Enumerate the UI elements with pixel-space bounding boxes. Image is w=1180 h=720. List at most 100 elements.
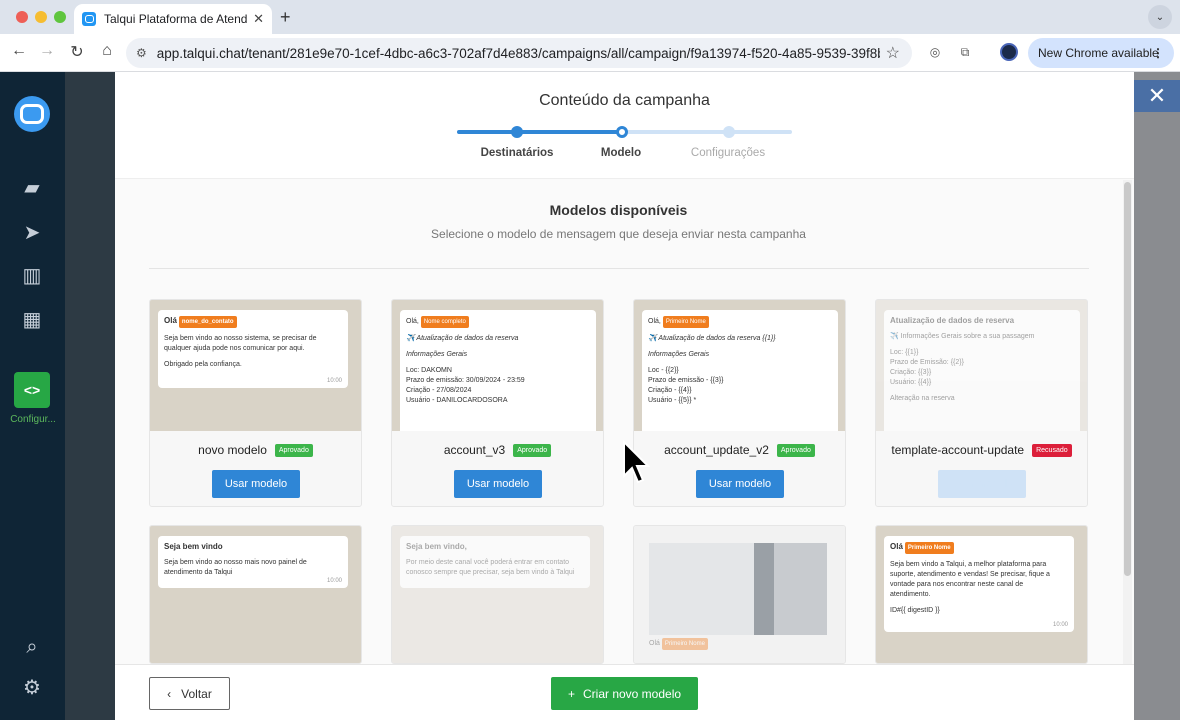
create-template-label: Criar novo modelo xyxy=(582,686,682,701)
use-template-button[interactable]: Usar modelo xyxy=(212,470,300,498)
preview-greeting: Olá xyxy=(164,316,177,325)
template-name: account_update_v2 xyxy=(664,443,769,457)
preview-line: atendimento da Talqui xyxy=(164,569,233,576)
step-label-settings[interactable]: Configurações xyxy=(691,147,765,159)
preview-greeting: Olá, xyxy=(648,318,661,325)
step-dot-recipients[interactable] xyxy=(511,126,523,138)
variable-tag: Primeiro Nome xyxy=(904,542,954,554)
message-bubble: Olá nome_do_contato Seja bem vindo ao nos… xyxy=(158,310,348,388)
section-subtitle: Selecione o modelo de mensagem que desej… xyxy=(431,227,806,241)
message-bubble: Olá, Nome completo ✈️ Atualização de dado… xyxy=(400,310,596,431)
template-card: Olá Primeiro Nome xyxy=(633,525,846,664)
message-bubble: Olá, Primeiro Nome ✈️ Atualização de dado… xyxy=(642,310,838,431)
preview-line: Criação - 27/08/2024 xyxy=(406,387,472,394)
template-card: Olá Primeiro Nome Seja bem vindo a Talqui… xyxy=(875,525,1088,664)
minimize-window-button[interactable] xyxy=(35,11,47,23)
variable-tag: Nome completo xyxy=(420,316,469,328)
browser-window: Talqui Plataforma de Atendime ✕ + ⌄ ← → … xyxy=(0,0,1180,720)
chrome-update-button[interactable]: New Chrome available ⋮ xyxy=(1028,38,1174,68)
site-info-icon[interactable]: ⚙ xyxy=(136,46,147,60)
new-tab-plus-icon[interactable]: + xyxy=(280,7,291,28)
step-dot-settings[interactable] xyxy=(723,126,735,138)
tab-title: Talqui Plataforma de Atendime xyxy=(104,12,248,26)
back-button[interactable]: ‹ Voltar xyxy=(149,677,230,710)
template-card: Seja bem vindo Seja bem vindo ao nosso m… xyxy=(149,525,362,664)
step-label-model[interactable]: Modelo xyxy=(601,147,641,159)
template-preview: Olá Primeiro Nome xyxy=(634,526,845,663)
send-icon[interactable]: ➤ xyxy=(21,221,43,244)
message-bubble: Atualização de dados de reserva ✈️ Infor… xyxy=(884,310,1080,431)
search-icon[interactable]: ⌕ xyxy=(21,636,43,658)
preview-greeting: Olá xyxy=(890,542,903,551)
preview-line: Loc: {{1}} xyxy=(890,349,919,356)
status-badge: Aprovado xyxy=(776,443,815,457)
create-template-button[interactable]: + Criar novo modelo xyxy=(551,677,698,710)
preview-greeting: Olá, xyxy=(406,318,419,325)
app-area: ▰ ➤ ▥ ▦ <> Configur... ⌕ ⚙ ✕ Conteúdo da… xyxy=(0,72,1180,720)
template-preview: Seja bem vindo, Por meio deste canal voc… xyxy=(392,526,603,663)
preview-line: ✈️ Atualização de dados da reserva xyxy=(406,335,519,342)
template-card: Olá, Nome completo ✈️ Atualização de dado… xyxy=(391,299,604,507)
plus-icon: + xyxy=(567,686,575,701)
chrome-update-label: New Chrome available xyxy=(1038,46,1159,60)
template-card: Seja bem vindo, Por meio deste canal voc… xyxy=(391,525,604,664)
config-code-icon[interactable]: <> xyxy=(14,372,50,408)
preview-line: Alteração na reserva xyxy=(890,395,955,402)
extension-icon[interactable]: ◎ xyxy=(926,43,944,61)
template-card: Olá, Primeiro Nome ✈️ Atualização de dado… xyxy=(633,299,846,507)
bookmark-star-icon[interactable]: ☆ xyxy=(886,43,900,63)
home-icon[interactable]: ⌂ xyxy=(96,42,118,60)
section-title: Modelos disponíveis xyxy=(549,202,688,218)
preview-line: Criação - {{4}} xyxy=(648,387,692,394)
preview-line: atendimento. xyxy=(890,591,931,598)
browser-tab[interactable]: Talqui Plataforma de Atendime ✕ xyxy=(74,4,272,34)
preview-line: ✈️ Informações Gerais sobre a sua passag… xyxy=(890,333,1035,340)
modal-title: Conteúdo da campanha xyxy=(539,92,710,109)
scrollbar-thumb[interactable] xyxy=(1124,182,1131,576)
sidebar-item-config-label: Configur... xyxy=(10,414,56,425)
reports-icon[interactable]: ▥ xyxy=(21,264,43,287)
profile-avatar[interactable] xyxy=(1000,43,1018,61)
chat-icon[interactable]: ▰ xyxy=(21,176,43,199)
sidebar: ▰ ➤ ▥ ▦ <> Configur... ⌕ ⚙ xyxy=(0,72,65,720)
chevron-down-icon[interactable]: ⌄ xyxy=(1148,5,1172,29)
use-template-button[interactable]: Usar modelo xyxy=(696,470,784,498)
talqui-logo-icon[interactable] xyxy=(14,96,50,132)
forward-arrow-icon[interactable]: → xyxy=(36,42,58,60)
scrollbar[interactable] xyxy=(1123,180,1132,664)
use-template-button[interactable]: Usar modelo xyxy=(454,470,542,498)
preview-image xyxy=(649,543,827,635)
kebab-menu-icon[interactable]: ⋮ xyxy=(1152,46,1164,60)
close-modal-button[interactable]: ✕ xyxy=(1134,80,1180,112)
maximize-window-button[interactable] xyxy=(54,11,66,23)
template-name: template-account-update xyxy=(891,443,1025,457)
preview-line: Prazo de emissão: 30/09/2024 - 23:59 xyxy=(406,377,525,384)
message-bubble: Olá Primeiro Nome Seja bem vindo a Talqui… xyxy=(884,536,1074,632)
preview-line: Prazo de Emissão: {{2}} xyxy=(890,359,964,366)
stepper-progress-todo xyxy=(622,130,792,134)
preview-time: 10:00 xyxy=(1052,622,1068,628)
preview-time: 10:00 xyxy=(326,578,342,584)
use-template-button-disabled: Usar modelo xyxy=(938,470,1026,498)
puzzle-icon[interactable]: ⧉ xyxy=(956,43,974,61)
status-badge: Aprovado xyxy=(513,443,552,457)
preview-line: Informações Gerais xyxy=(406,351,468,358)
close-window-button[interactable] xyxy=(16,11,28,23)
back-arrow-icon[interactable]: ← xyxy=(8,42,30,60)
background-panel xyxy=(65,72,120,720)
preview-line: Usuário - {{5}} * xyxy=(648,397,697,404)
variable-tag: nome_do_contato xyxy=(178,316,237,328)
step-label-recipients[interactable]: Destinatários xyxy=(481,147,554,159)
reload-icon[interactable]: ↻ xyxy=(66,42,88,62)
preview-line: Usuário: {{4}} xyxy=(890,379,932,386)
address-bar[interactable]: ⚙ app.talqui.chat/tenant/281e9e70-1cef-4… xyxy=(126,38,912,68)
close-icon[interactable]: ✕ xyxy=(253,11,264,27)
status-badge: Recusado xyxy=(1032,443,1072,457)
status-badge: Aprovado xyxy=(274,443,313,457)
back-button-label: Voltar xyxy=(181,686,212,701)
preview-greeting: Olá xyxy=(649,640,660,647)
gear-icon[interactable]: ⚙ xyxy=(21,676,43,699)
apps-grid-icon[interactable]: ▦ xyxy=(21,308,43,331)
step-dot-model[interactable] xyxy=(616,126,628,138)
template-preview: Atualização de dados de reserva ✈️ Infor… xyxy=(876,300,1087,431)
